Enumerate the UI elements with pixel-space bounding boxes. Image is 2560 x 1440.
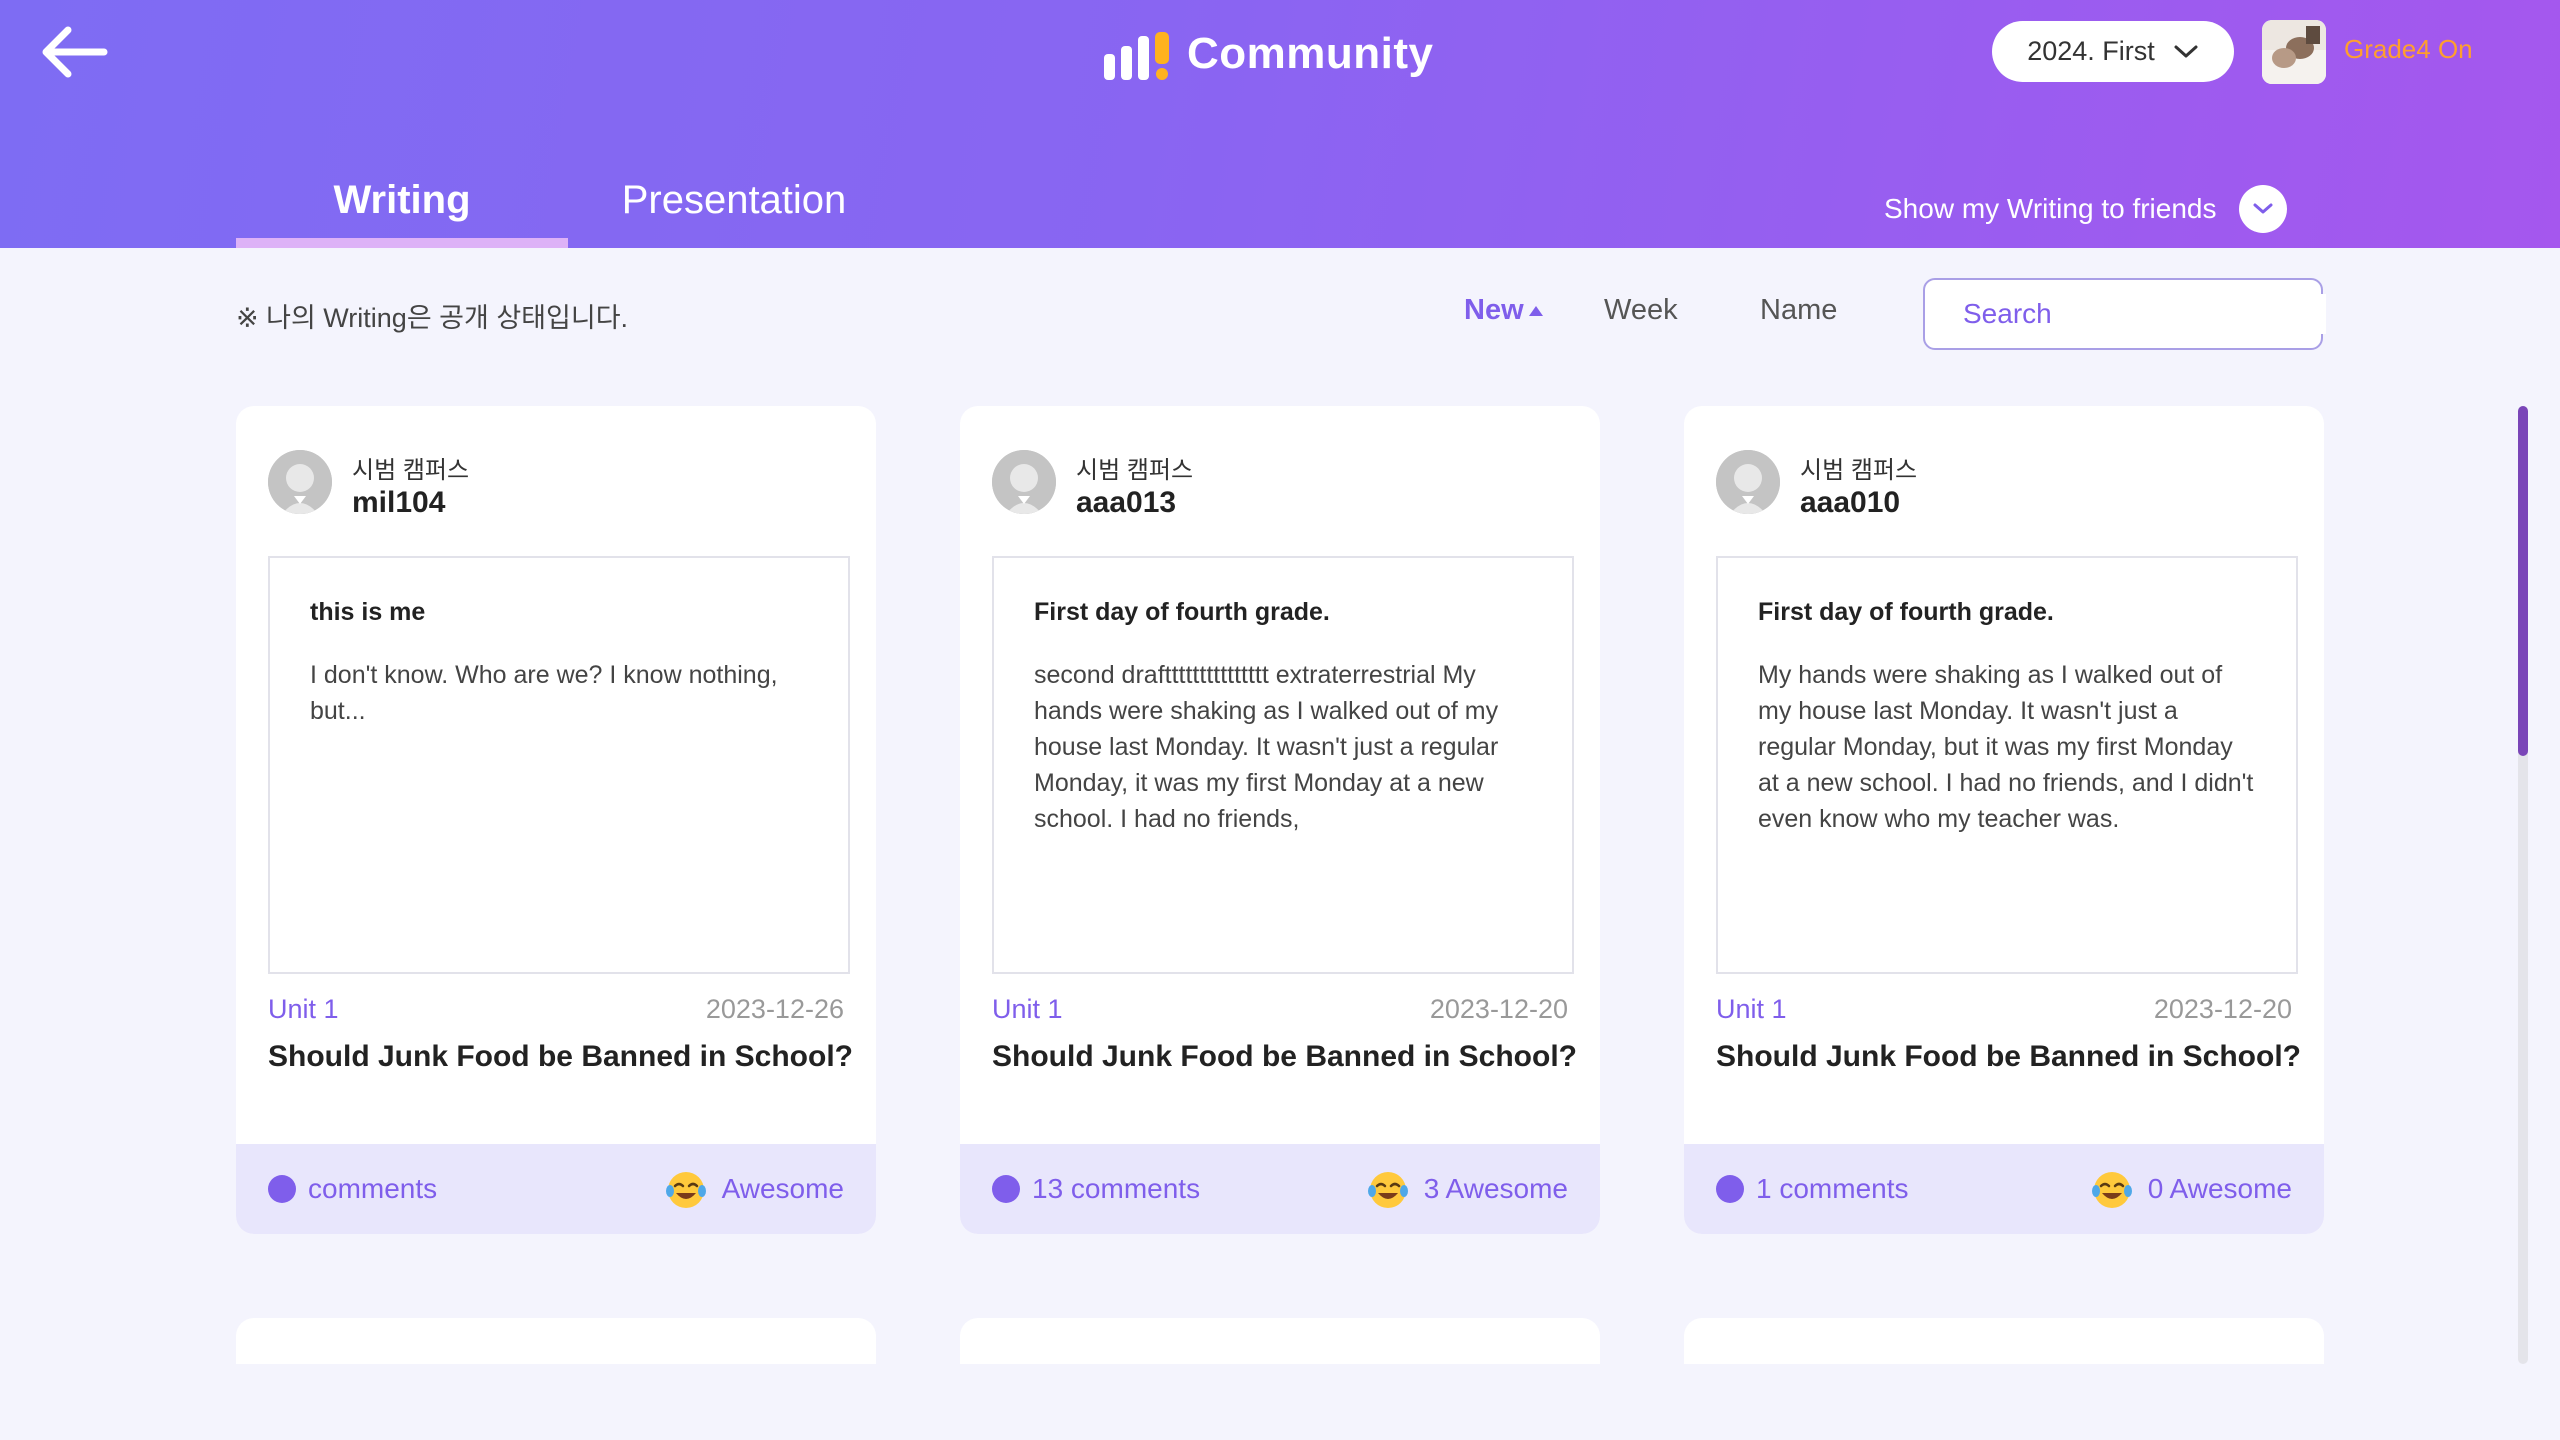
chevron-down-icon [2174, 45, 2198, 57]
card-writing-title: this is me [310, 598, 426, 626]
card-footer: 1 comments 0 Awesome [1684, 1144, 2324, 1234]
share-toggle-label: Show my Writing to friends [1884, 193, 2217, 224]
card-date: 2023-12-26 [705, 994, 844, 1024]
chevron-down-icon [2253, 203, 2272, 214]
comments-count: comments [308, 1173, 438, 1204]
semester-select[interactable]: 2024. First [1992, 21, 2234, 82]
writing-card[interactable]: 시범 캠퍼스 mil104 this is me I don't know. W… [236, 406, 876, 1234]
comments-button[interactable]: 1 comments [1716, 1173, 1909, 1205]
card-username: mil104 [352, 486, 446, 519]
awesome-count: 0 Awesome [2147, 1173, 2292, 1204]
awesome-count: 3 Awesome [1423, 1173, 1568, 1204]
comments-count: 1 comments [1756, 1173, 1909, 1204]
card-topic: Should Junk Food be Banned in School? [268, 1040, 853, 1073]
search-input[interactable] [1961, 294, 2326, 334]
card-topic: Should Junk Food be Banned in School? [992, 1040, 1577, 1073]
card-username: aaa010 [1800, 486, 1901, 519]
comments-button[interactable]: comments [268, 1173, 437, 1205]
card-footer: 13 comments 3 Awesome [960, 1144, 1600, 1234]
default-avatar-icon [1716, 450, 1780, 514]
user-photo-icon [2262, 20, 2326, 84]
comment-bubble-icon [268, 1175, 296, 1203]
card-campus: 시범 캠퍼스 [1076, 457, 1194, 484]
sort-name[interactable]: Name [1760, 294, 1837, 327]
card-writing-text: My hands were shaking as I walked out of… [1758, 661, 2254, 833]
back-button[interactable] [34, 20, 114, 84]
page-title: Community [1187, 29, 1434, 78]
awesome-count: Awesome [721, 1173, 844, 1204]
share-toggle-button[interactable] [2238, 185, 2287, 233]
awesome-button[interactable]: 3 Awesome [1364, 1167, 1568, 1211]
awesome-button[interactable]: Awesome [662, 1167, 844, 1211]
comments-count: 13 comments [1032, 1173, 1201, 1204]
writing-card-partial[interactable] [236, 1318, 876, 1364]
card-writing-text: I don't know. Who are we? I know nothing… [310, 661, 778, 725]
sort-new-label: New [1464, 294, 1524, 326]
semester-value: 2024. First [2027, 36, 2155, 66]
card-writing-title: First day of fourth grade. [1758, 598, 2054, 626]
sort-new[interactable]: New [1464, 294, 1544, 327]
laughing-emoji-icon [665, 1172, 706, 1208]
awesome-button[interactable]: 0 Awesome [2088, 1167, 2292, 1211]
back-arrow-icon [42, 26, 108, 78]
user-name[interactable]: Grade4 On [2344, 34, 2473, 65]
show-writing-to-friends-toggle[interactable]: Show my Writing to friends [1884, 184, 2287, 234]
card-username: aaa013 [1076, 486, 1177, 519]
card-unit: Unit 1 [268, 994, 339, 1024]
card-campus: 시범 캠퍼스 [352, 457, 470, 484]
card-content: First day of fourth grade. My hands were… [1716, 556, 2298, 974]
tab-presentation[interactable]: Presentation [568, 178, 900, 248]
writing-card-partial[interactable] [1684, 1318, 2324, 1364]
sort-up-triangle-icon [1528, 305, 1543, 316]
card-writing-title: First day of fourth grade. [1034, 598, 1330, 626]
card-date: 2023-12-20 [2153, 994, 2292, 1024]
app-logo: Community [1104, 24, 1434, 84]
writing-card-partial[interactable] [960, 1318, 1600, 1364]
card-topic: Should Junk Food be Banned in School? [1716, 1040, 2301, 1073]
public-status-notice: ※ 나의 Writing은 공개 상태입니다. [236, 303, 629, 333]
comment-bubble-icon [992, 1175, 1020, 1203]
comment-bubble-icon [1716, 1175, 1744, 1203]
card-unit: Unit 1 [992, 994, 1063, 1024]
writing-card[interactable]: 시범 캠퍼스 aaa010 First day of fourth grade.… [1684, 406, 2324, 1234]
scrollbar-thumb[interactable] [2518, 406, 2528, 756]
comments-button[interactable]: 13 comments [992, 1173, 1200, 1205]
card-campus: 시범 캠퍼스 [1800, 457, 1918, 484]
active-tab-indicator [236, 238, 568, 248]
search-box [1923, 278, 2326, 350]
page-header: Community 2024. First Grade4 On Writing … [0, 0, 2560, 248]
card-content: First day of fourth grade. second draftt… [992, 556, 1574, 974]
user-avatar[interactable] [2262, 20, 2326, 84]
card-date: 2023-12-20 [1429, 994, 1568, 1024]
default-avatar-icon [268, 450, 332, 514]
card-footer: comments Awesome [236, 1144, 876, 1234]
default-avatar-icon [992, 450, 1056, 514]
logo-bars-icon [1104, 28, 1169, 80]
laughing-emoji-icon [2091, 1172, 2132, 1208]
laughing-emoji-icon [1367, 1172, 1408, 1208]
sort-week[interactable]: Week [1604, 294, 1678, 327]
card-unit: Unit 1 [1716, 994, 1787, 1024]
card-writing-text: second drafttttttttttttttt extraterrestr… [1034, 661, 1499, 833]
writing-card[interactable]: 시범 캠퍼스 aaa013 First day of fourth grade.… [960, 406, 1600, 1234]
card-content: this is me I don't know. Who are we? I k… [268, 556, 850, 974]
